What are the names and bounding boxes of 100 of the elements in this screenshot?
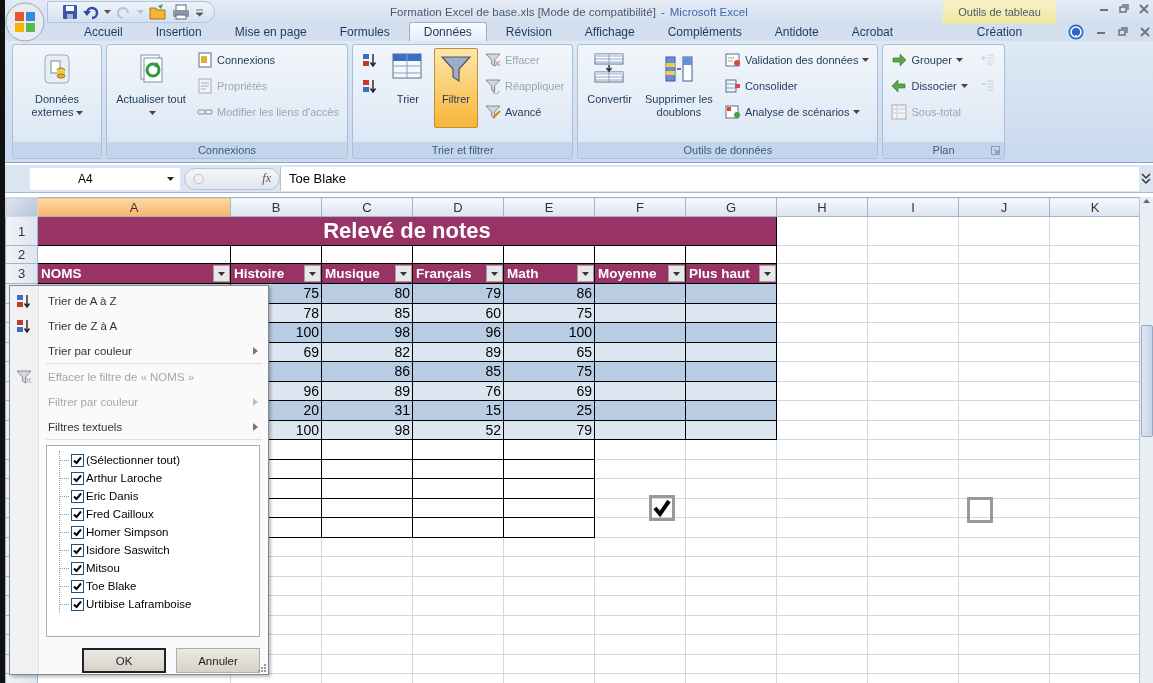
filter-dropdown-button[interactable] (213, 265, 230, 282)
column-header[interactable]: J (958, 197, 1050, 217)
checkbox-label[interactable]: Homer Simpson (86, 526, 169, 538)
ribbon-button[interactable]: Supprimer les doublons (639, 48, 718, 128)
checkbox-label[interactable]: Mitsou (86, 562, 120, 574)
ribbon-button[interactable]: Validation des données (721, 50, 873, 70)
checkbox[interactable] (71, 561, 84, 575)
ribbon-tab[interactable]: Formules (325, 23, 404, 41)
column-header[interactable]: H (776, 197, 868, 217)
row-header[interactable]: 3 (5, 263, 38, 284)
undo-icon[interactable] (83, 4, 99, 20)
column-header[interactable]: F (594, 197, 686, 217)
checkbox-label[interactable]: Fred Cailloux (86, 508, 154, 520)
ribbon-button[interactable]: Filtrer (433, 48, 478, 128)
checkbox[interactable] (71, 597, 84, 611)
ribbon-tab[interactable]: Création (943, 23, 1056, 41)
filter-dropdown-button[interactable] (759, 265, 776, 282)
checkbox[interactable] (71, 507, 84, 521)
formula-field[interactable]: Toe Blake (280, 166, 1139, 191)
scroll-thumb[interactable] (1140, 325, 1153, 437)
ribbon-button[interactable]: Consolider (721, 76, 873, 96)
checkbox-label[interactable]: Toe Blake (86, 580, 137, 592)
ok-button[interactable]: OK (82, 648, 166, 673)
column-header[interactable]: I (867, 197, 959, 217)
ribbon-tab[interactable]: Révision (491, 23, 566, 41)
dialog-launcher-icon[interactable] (990, 146, 1000, 155)
save-icon[interactable] (62, 4, 78, 20)
column-header[interactable]: B (230, 197, 322, 217)
checkbox[interactable] (71, 543, 84, 557)
checkbox[interactable] (71, 579, 84, 593)
help-icon[interactable] (1068, 24, 1084, 40)
ribbon-tab[interactable]: Accueil (70, 23, 137, 41)
expand-icon[interactable] (1141, 172, 1151, 185)
ribbon-tab[interactable]: Compléments (653, 23, 756, 41)
close-icon[interactable] (1140, 27, 1150, 37)
restore-icon[interactable] (1119, 4, 1129, 14)
filter-dropdown-button[interactable] (304, 265, 321, 282)
customize-toolbar-icon[interactable] (195, 7, 204, 17)
caret-icon[interactable] (955, 58, 963, 62)
folder-icon[interactable] (149, 4, 167, 20)
caret-icon[interactable] (853, 110, 861, 114)
close-icon[interactable] (1139, 4, 1149, 14)
filter-icon (484, 78, 501, 94)
filter-dropdown-button[interactable] (577, 265, 594, 282)
restore-icon[interactable] (1118, 27, 1128, 37)
caret-icon[interactable] (862, 58, 870, 62)
submenu-arrow-icon (253, 422, 258, 431)
filter-dropdown-button[interactable] (668, 265, 685, 282)
resize-grip-icon[interactable] (258, 664, 266, 672)
ribbon-button[interactable]: Grouper (888, 50, 971, 70)
column-header[interactable]: A (37, 197, 231, 217)
submenu-arrow-icon (253, 346, 258, 355)
ribbon-tab[interactable]: Affichage (570, 23, 649, 41)
ribbon-button[interactable]: Dissocier (888, 76, 971, 96)
row-header[interactable]: 1 (5, 216, 38, 246)
checkbox[interactable] (649, 495, 675, 521)
cancel-button[interactable]: Annuler (176, 648, 260, 673)
checkbox-label[interactable]: Eric Danis (86, 490, 139, 502)
sort-ascending-icon (361, 52, 378, 68)
scroll-up-icon[interactable] (1141, 197, 1152, 205)
table-icon (891, 104, 908, 120)
ribbon-button[interactable]: Trier (385, 48, 430, 128)
checkbox-label[interactable]: Urtibise Laframboise (86, 598, 192, 610)
caret-icon[interactable] (104, 10, 111, 14)
ribbon-tab[interactable]: Antidote (760, 23, 833, 41)
checkbox-label[interactable]: Arthur Laroche (86, 472, 163, 484)
ribbon-button[interactable]: Convertir (583, 48, 636, 128)
column-heading: NOMS (41, 266, 82, 281)
ribbon-tab[interactable]: Données (408, 22, 487, 41)
caret-icon[interactable] (148, 111, 156, 116)
ribbon-tab[interactable]: Acrobat (837, 23, 908, 41)
column-header[interactable]: G (685, 197, 777, 217)
ribbon-button[interactable]: Données externes (18, 48, 96, 128)
checkbox-label[interactable]: Isidore Saswitch (86, 544, 170, 556)
caret-icon[interactable] (75, 111, 83, 116)
column-header[interactable]: C (321, 197, 413, 217)
outline-icon (978, 52, 995, 68)
checkbox[interactable] (71, 525, 84, 539)
ribbon-tab[interactable]: Mise en page (220, 23, 321, 41)
vertical-scrollbar[interactable] (1139, 197, 1153, 683)
checkbox[interactable] (71, 453, 84, 467)
ribbon-button[interactable]: Analyse de scénarios (721, 102, 873, 122)
filter-dropdown-button[interactable] (486, 265, 503, 282)
checkbox-label[interactable]: (Sélectionner tout) (86, 454, 180, 466)
ribbon-button[interactable]: Connexions (194, 50, 342, 70)
column-header[interactable]: D (412, 197, 504, 217)
checkbox[interactable] (967, 497, 993, 523)
insert-function-button[interactable]: fx (262, 171, 271, 186)
filter-dropdown-button[interactable] (395, 265, 412, 282)
caret-icon[interactable] (167, 176, 174, 181)
checkbox[interactable] (71, 471, 84, 485)
name-box[interactable]: A4 (30, 167, 180, 190)
caret-icon[interactable] (960, 84, 968, 88)
column-header[interactable]: K (1049, 197, 1141, 217)
ribbon-tab[interactable]: Insertion (141, 23, 216, 41)
printer-icon[interactable] (172, 4, 190, 20)
column-header[interactable]: E (503, 197, 595, 217)
ribbon-button[interactable]: Avancé (481, 102, 568, 122)
checkbox[interactable] (71, 489, 84, 503)
ribbon-button[interactable]: Actualiser tout (112, 48, 190, 128)
